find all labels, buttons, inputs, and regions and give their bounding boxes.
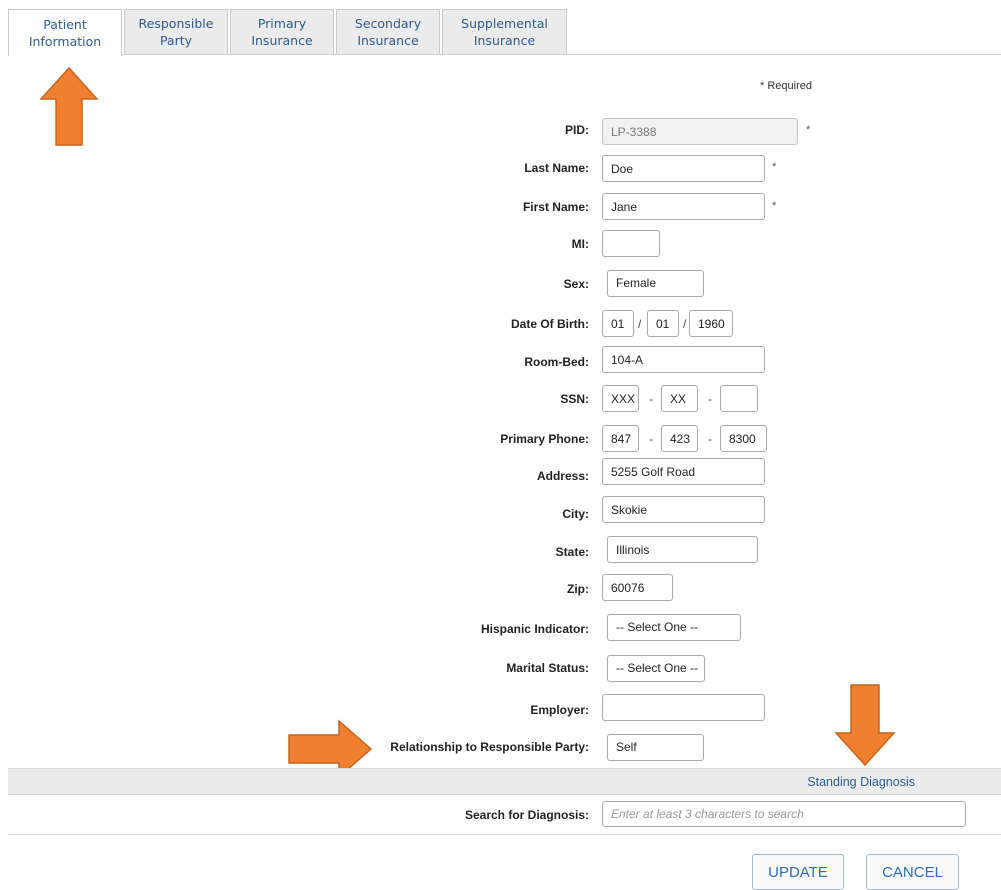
room-bed-input[interactable] (602, 346, 765, 373)
date-of-birth-label: Date Of Birth: (511, 317, 589, 331)
tab-label-line1: Patient (43, 17, 87, 32)
state-input[interactable] (607, 536, 758, 563)
phone-separator: - (708, 432, 712, 446)
relationship-label: Relationship to Responsible Party: (390, 740, 589, 754)
state-label: State: (555, 545, 589, 559)
city-label: City: (562, 507, 589, 521)
tab-secondary-insurance[interactable]: Secondary Insurance (336, 9, 440, 54)
ssn-part2-input[interactable] (661, 385, 698, 412)
phone-separator: - (649, 432, 653, 446)
sex-select[interactable]: Female (607, 270, 704, 297)
cancel-button[interactable]: CANCEL (866, 854, 959, 890)
ssn-separator: - (649, 392, 653, 406)
marital-status-select[interactable]: -- Select One -- (607, 655, 705, 682)
marital-status-value: -- Select One -- (616, 661, 699, 675)
tab-bar: Patient Information Responsible Party Pr… (0, 0, 1001, 56)
dob-month-input[interactable] (602, 310, 634, 337)
tab-label-line2: Insurance (357, 33, 419, 48)
hispanic-indicator-value: -- Select One -- (616, 620, 699, 634)
phone-prefix-input[interactable] (661, 425, 698, 452)
zip-input[interactable] (602, 574, 673, 601)
mi-label: MI: (571, 237, 589, 251)
room-bed-label: Room-Bed: (524, 355, 589, 369)
dob-year-input[interactable] (689, 310, 733, 337)
city-input[interactable] (602, 496, 765, 523)
last-name-input[interactable] (602, 155, 765, 182)
sex-select-value: Female (616, 276, 657, 290)
tab-label-line1: Secondary (354, 16, 422, 31)
tab-primary-insurance[interactable]: Primary Insurance (230, 9, 334, 54)
tab-label-line1: Supplemental (461, 16, 548, 31)
tab-label-line2: Information (28, 34, 102, 49)
date-separator: / (683, 317, 687, 331)
ssn-part1-input[interactable] (602, 385, 639, 412)
tab-patient-information[interactable]: Patient Information (8, 9, 122, 56)
standing-diagnosis-title: Standing Diagnosis (807, 775, 915, 789)
phone-area-input[interactable] (602, 425, 639, 452)
search-diagnosis-label: Search for Diagnosis: (464, 808, 589, 822)
pid-input (602, 118, 798, 145)
sex-label: Sex: (563, 277, 589, 291)
divider (8, 834, 1001, 835)
address-label: Address: (536, 469, 589, 483)
tab-supplemental-insurance[interactable]: Supplemental Insurance (442, 9, 567, 54)
relationship-select[interactable]: Self (607, 734, 704, 761)
tab-bar-underline (8, 54, 1001, 55)
tab-responsible-party[interactable]: Responsible Party (124, 9, 228, 54)
required-marker: * (772, 200, 777, 212)
employer-input[interactable] (602, 694, 765, 721)
first-name-input[interactable] (602, 193, 765, 220)
arrow-up-icon (39, 66, 99, 146)
relationship-select-value: Self (616, 740, 637, 754)
tab-label-line2: Insurance (473, 33, 536, 48)
ssn-label: SSN: (560, 392, 589, 406)
hispanic-indicator-select[interactable]: -- Select One -- (607, 614, 741, 641)
primary-phone-label: Primary Phone: (500, 432, 589, 446)
standing-diagnosis-header: Standing Diagnosis (8, 768, 1001, 795)
zip-label: Zip: (567, 582, 589, 596)
date-separator: / (638, 317, 642, 331)
dob-day-input[interactable] (647, 310, 679, 337)
ssn-separator: - (708, 392, 712, 406)
last-name-label: Last Name: (524, 161, 589, 175)
tab-label-line1: Primary (257, 16, 307, 31)
arrow-down-icon (834, 684, 896, 767)
marital-status-label: Marital Status: (506, 661, 589, 675)
first-name-label: First Name: (522, 200, 589, 214)
ssn-part3-input[interactable] (720, 385, 758, 412)
tab-label-line1: Responsible (138, 16, 214, 31)
address-input[interactable] (602, 458, 765, 485)
required-note: * Required (760, 80, 812, 92)
update-button[interactable]: UPDATE (752, 854, 844, 890)
tab-label-line2: Party (159, 33, 193, 48)
phone-line-input[interactable] (720, 425, 767, 452)
hispanic-indicator-label: Hispanic Indicator: (480, 622, 589, 636)
search-diagnosis-input[interactable] (602, 801, 966, 827)
employer-label: Employer: (530, 703, 589, 717)
tab-label-line2: Insurance (251, 33, 313, 48)
required-marker: * (806, 124, 811, 136)
pid-label: PID: (565, 123, 589, 137)
mi-input[interactable] (602, 230, 660, 257)
required-marker: * (772, 161, 777, 173)
